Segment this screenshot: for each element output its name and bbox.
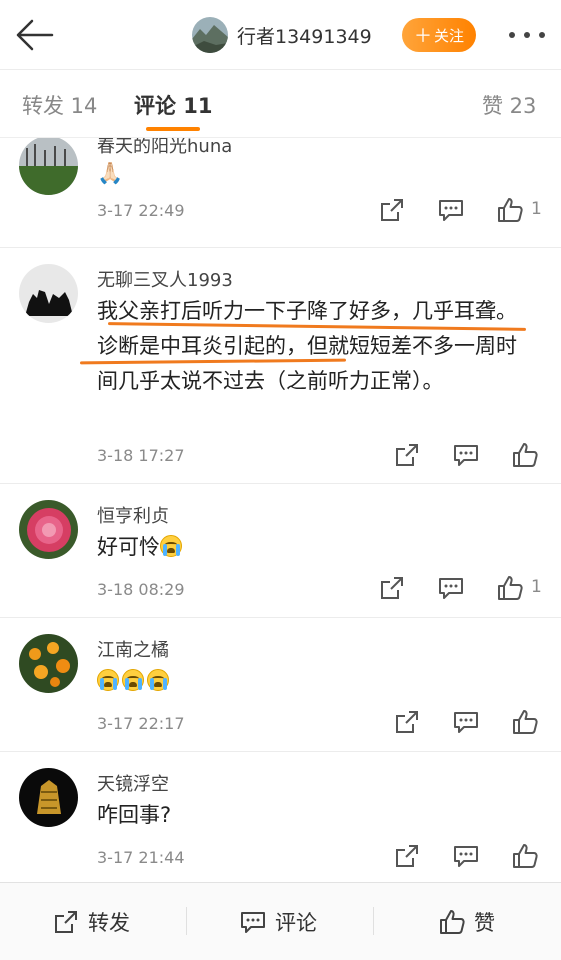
comment-time: 3-17 22:17 [97,714,185,733]
follow-label: 关注 [433,26,464,45]
back-arrow-icon[interactable] [14,18,54,52]
comment-label: 评论 [275,911,317,935]
repost-button[interactable]: 转发 [52,907,130,937]
share-icon[interactable] [393,441,421,469]
header-avatar[interactable] [192,17,228,53]
comment-reply-icon[interactable] [437,196,465,224]
bottom-action-bar: 转发 评论 赞 [0,882,561,960]
header-user[interactable]: 行者13491349 [192,17,372,53]
commenter-name[interactable]: 春天的阳光huna [97,138,232,158]
commenter-name[interactable]: 江南之橘 [97,636,169,662]
comment-text: 🙏🏻 [97,161,124,185]
crying-emoji-icon [160,535,182,557]
divider [373,907,374,935]
comment-time: 3-18 17:27 [97,446,185,465]
comment-reply-icon[interactable] [437,574,465,602]
comment-time: 3-17 22:49 [97,201,185,220]
like-count: 1 [531,199,542,219]
comment-text [97,664,537,699]
comment-text: 好可怜 [97,530,537,565]
tab-comment[interactable]: 评论 11 [134,90,213,120]
crying-emoji-icon [97,669,119,691]
repost-label: 转发 [88,911,130,935]
commenter-name[interactable]: 天镜浮空 [97,770,169,796]
active-tab-indicator [146,127,200,131]
like-thumb-icon [440,910,465,934]
plus-icon: ＋ [413,26,432,47]
crying-emoji-icon [122,669,144,691]
comment-text: 我父亲打后听力一下子降了好多，几乎耳聋。诊断是中耳炎引起的，但就短短差不多一周时… [97,299,517,393]
like-thumb-icon[interactable] [496,574,524,602]
commenter-name[interactable]: 恒亨利贞 [97,502,169,528]
like-thumb-icon[interactable] [511,441,539,469]
share-icon[interactable] [393,708,421,736]
like-count: 1 [531,577,542,597]
comment-button[interactable]: 评论 [239,907,317,937]
avatar[interactable] [19,634,78,693]
comment-time: 3-18 08:29 [97,580,185,599]
like-label: 赞 [474,911,495,935]
share-icon[interactable] [378,574,406,602]
avatar[interactable] [19,138,78,195]
more-dots-icon[interactable] [509,26,545,44]
comment-text-content: 好可怜 [97,535,160,559]
divider [186,907,187,935]
like-thumb-icon[interactable] [511,842,539,870]
comment-reply-icon[interactable] [452,708,480,736]
follow-button[interactable]: ＋ 关注 [402,18,476,52]
tab-bar: 转发 14 评论 11 赞 23 [0,70,561,138]
like-button[interactable]: 赞 [438,907,495,937]
share-icon [55,911,77,933]
comment-item: 无聊三叉人1993 我父亲打后听力一下子降了好多，几乎耳聋。诊断是中耳炎引起的，… [0,248,561,484]
like-thumb-icon[interactable] [496,196,524,224]
comment-item: 恒亨利贞 好可怜 3-18 08:29 1 [0,484,561,618]
comment-time: 3-17 21:44 [97,848,185,867]
tab-repost[interactable]: 转发 14 [22,90,97,120]
header-username[interactable]: 行者13491349 [237,22,372,49]
comment-item: 春天的阳光huna 🙏🏻 3-17 22:49 1 [0,138,561,248]
avatar[interactable] [19,768,78,827]
comment-list: 春天的阳光huna 🙏🏻 3-17 22:49 1 无聊三叉人1993 我父亲打… [0,138,561,882]
tab-like[interactable]: 赞 23 [482,90,536,120]
share-icon[interactable] [393,842,421,870]
comment-reply-icon[interactable] [452,842,480,870]
commenter-name[interactable]: 无聊三叉人1993 [97,266,233,292]
top-bar: 行者13491349 ＋ 关注 [0,0,561,70]
avatar[interactable] [19,500,78,559]
avatar[interactable] [19,264,78,323]
comment-icon [241,912,265,933]
comment-item: 天镜浮空 咋回事? 3-17 21:44 [0,752,561,882]
comment-item: 江南之橘 3-17 22:17 [0,618,561,752]
like-thumb-icon[interactable] [511,708,539,736]
comment-text: 咋回事? [97,803,172,827]
crying-emoji-icon [147,669,169,691]
comment-reply-icon[interactable] [452,441,480,469]
share-icon[interactable] [378,196,406,224]
